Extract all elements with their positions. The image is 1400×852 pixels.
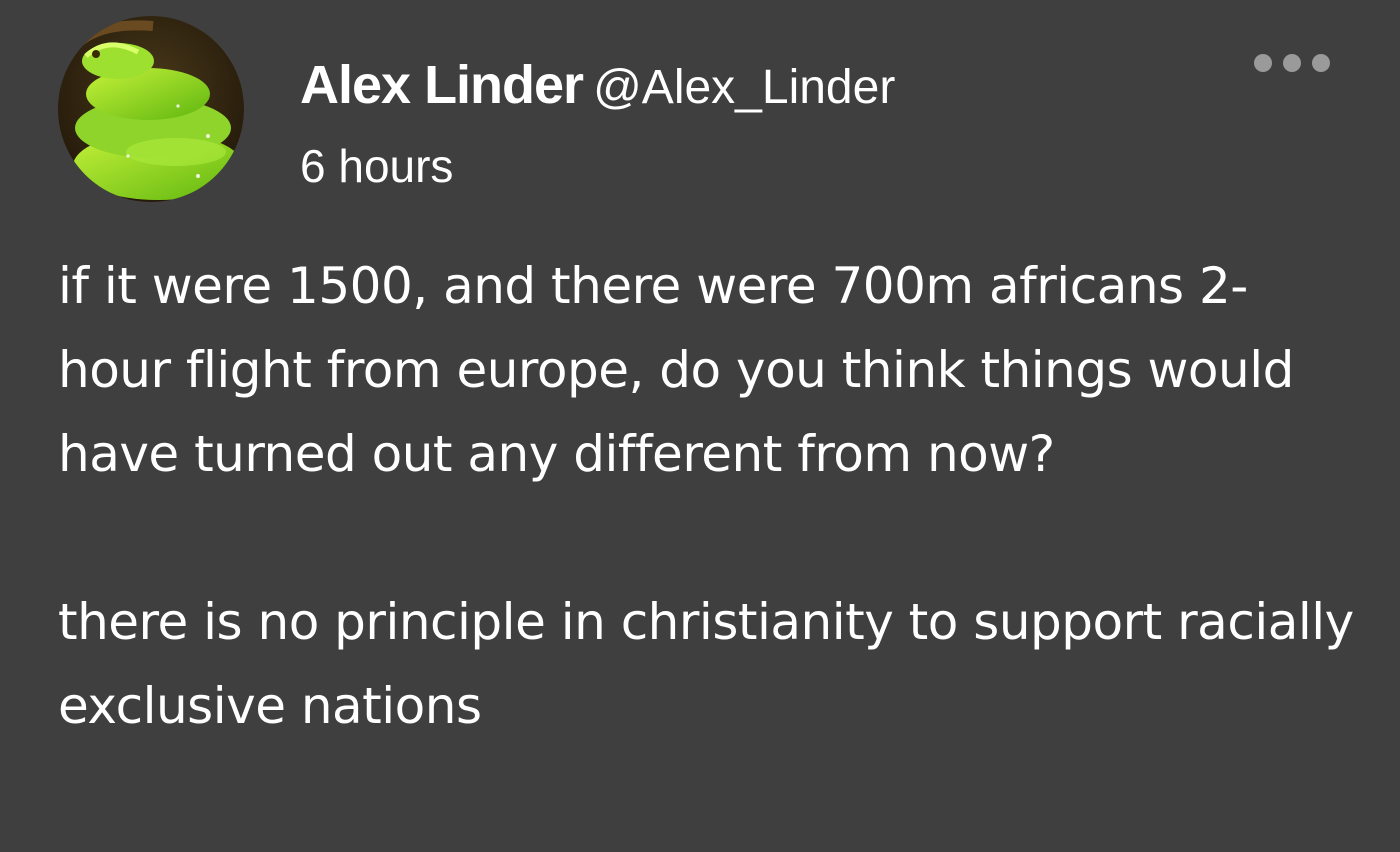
menu-dot bbox=[1254, 54, 1272, 72]
post-card: Alex Linder @Alex_Linder 6 hours if it we… bbox=[0, 0, 1400, 852]
author-display-name[interactable]: Alex Linder bbox=[300, 55, 584, 115]
post-body: if it were 1500, and there were 700m afr… bbox=[58, 244, 1358, 748]
post-paragraph: there is no principle in christianity to… bbox=[58, 593, 1354, 735]
post-timestamp[interactable]: 6 hours bbox=[300, 136, 453, 196]
author-handle[interactable]: @Alex_Linder bbox=[593, 61, 895, 114]
avatar[interactable] bbox=[58, 16, 244, 202]
snake-avatar-icon bbox=[58, 16, 244, 202]
post-paragraph: if it were 1500, and there were 700m afr… bbox=[58, 257, 1294, 483]
menu-dot bbox=[1312, 54, 1330, 72]
author-line: Alex Linder @Alex_Linder bbox=[300, 50, 895, 133]
more-options-icon[interactable] bbox=[1254, 50, 1330, 76]
menu-dot bbox=[1283, 54, 1301, 72]
